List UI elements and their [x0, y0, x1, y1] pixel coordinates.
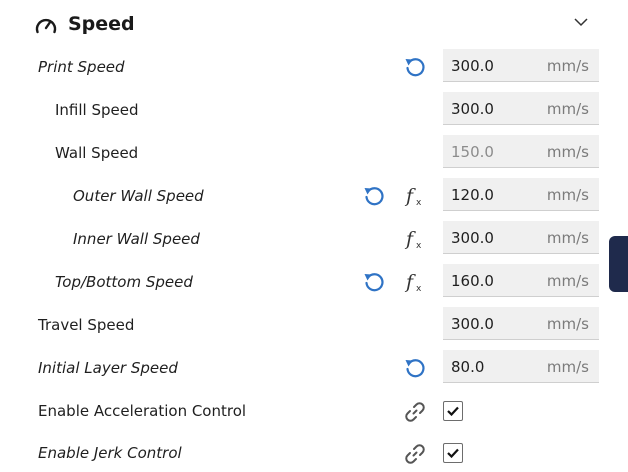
setting-row-travel-speed: Travel Speed 300.0 mm/s — [0, 305, 628, 347]
section-title: Speed — [68, 13, 135, 35]
setting-row-enable-acceleration-control: Enable Acceleration Control — [0, 391, 628, 433]
speed-section-header[interactable]: Speed — [0, 0, 628, 50]
checkmark-icon — [447, 448, 459, 458]
link-icon[interactable] — [403, 400, 427, 424]
field-unit: mm/s — [546, 229, 589, 247]
infill-speed-input[interactable]: 300.0 mm/s — [443, 92, 599, 125]
setting-label: Outer Wall Speed — [73, 187, 204, 205]
top-bottom-speed-input[interactable]: 160.0 mm/s — [443, 264, 599, 297]
field-unit: mm/s — [546, 143, 589, 161]
wall-speed-input[interactable]: 150.0 mm/s — [443, 135, 599, 168]
function-icon[interactable]: f x — [404, 227, 426, 251]
setting-label: Enable Jerk Control — [38, 444, 182, 462]
outer-wall-speed-input[interactable]: 120.0 mm/s — [443, 178, 599, 211]
setting-label: Wall Speed — [55, 144, 139, 162]
link-icon[interactable] — [403, 442, 427, 466]
field-value: 80.0 — [451, 358, 485, 376]
setting-row-inner-wall-speed: Inner Wall Speed f x 300.0 mm/s — [0, 219, 628, 261]
reset-icon[interactable] — [363, 271, 385, 293]
setting-label: Travel Speed — [38, 316, 135, 334]
setting-row-print-speed: Print Speed 300.0 mm/s — [0, 47, 628, 89]
field-value: 300.0 — [451, 100, 494, 118]
setting-row-outer-wall-speed: Outer Wall Speed f x 120.0 mm/s — [0, 176, 628, 218]
print-speed-input[interactable]: 300.0 mm/s — [443, 49, 599, 82]
speedometer-icon — [35, 18, 57, 34]
setting-row-enable-jerk-control: Enable Jerk Control — [0, 433, 628, 472]
field-unit: mm/s — [546, 315, 589, 333]
side-panel-tab[interactable] — [609, 236, 628, 292]
setting-row-initial-layer-speed: Initial Layer Speed 80.0 mm/s — [0, 348, 628, 390]
function-icon[interactable]: f x — [404, 184, 426, 208]
svg-text:f: f — [404, 185, 416, 207]
setting-label: Infill Speed — [55, 101, 139, 119]
function-icon[interactable]: f x — [404, 270, 426, 294]
inner-wall-speed-input[interactable]: 300.0 mm/s — [443, 221, 599, 254]
reset-icon[interactable] — [363, 185, 385, 207]
enable-acceleration-checkbox[interactable] — [443, 401, 463, 421]
travel-speed-input[interactable]: 300.0 mm/s — [443, 307, 599, 340]
svg-text:f: f — [404, 228, 416, 250]
svg-text:f: f — [404, 271, 416, 293]
setting-label: Top/Bottom Speed — [55, 273, 193, 291]
field-unit: mm/s — [546, 272, 589, 290]
field-unit: mm/s — [546, 358, 589, 376]
chevron-down-icon[interactable] — [573, 16, 589, 28]
field-value: 300.0 — [451, 315, 494, 333]
field-value: 150.0 — [451, 143, 494, 161]
initial-layer-speed-input[interactable]: 80.0 mm/s — [443, 350, 599, 383]
field-value: 160.0 — [451, 272, 494, 290]
checkmark-icon — [447, 406, 459, 416]
field-value: 300.0 — [451, 229, 494, 247]
field-unit: mm/s — [546, 186, 589, 204]
setting-label: Inner Wall Speed — [73, 230, 200, 248]
setting-row-top-bottom-speed: Top/Bottom Speed f x 160.0 mm/s — [0, 262, 628, 304]
svg-text:x: x — [416, 284, 422, 294]
reset-icon[interactable] — [404, 357, 426, 379]
setting-label: Print Speed — [38, 58, 125, 76]
setting-label: Initial Layer Speed — [38, 359, 178, 377]
enable-jerk-checkbox[interactable] — [443, 443, 463, 463]
svg-text:x: x — [416, 198, 422, 208]
reset-icon[interactable] — [404, 56, 426, 78]
field-value: 300.0 — [451, 57, 494, 75]
field-unit: mm/s — [546, 57, 589, 75]
field-value: 120.0 — [451, 186, 494, 204]
field-unit: mm/s — [546, 100, 589, 118]
svg-text:x: x — [416, 241, 422, 251]
setting-label: Enable Acceleration Control — [38, 402, 247, 420]
setting-row-infill-speed: Infill Speed 300.0 mm/s — [0, 90, 628, 132]
setting-row-wall-speed: Wall Speed 150.0 mm/s — [0, 133, 628, 175]
